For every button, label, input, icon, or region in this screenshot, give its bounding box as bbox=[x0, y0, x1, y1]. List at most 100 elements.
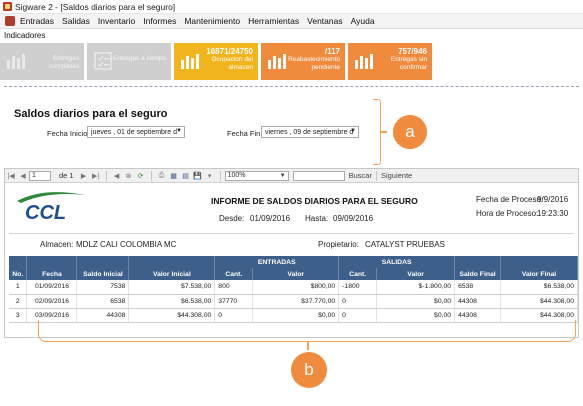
back-icon[interactable]: ◀ bbox=[112, 171, 122, 181]
propietario-value: CATALYST PRUEBAS bbox=[365, 240, 445, 249]
report-table: ENTRADAS SALIDAS No. Fecha Saldo Inicial… bbox=[9, 256, 578, 323]
card-label-line1: Ocupacion del bbox=[211, 56, 253, 63]
column-header: Saldo Final bbox=[454, 268, 502, 280]
cell-valor-final: $6.538,00 bbox=[500, 280, 578, 295]
propietario-label: Propietario: bbox=[318, 240, 359, 249]
menu-entradas[interactable]: Entradas bbox=[20, 16, 60, 26]
menu-herramientas[interactable]: Herramientas bbox=[248, 16, 305, 26]
cell-saldo-final: 6538 bbox=[454, 280, 502, 295]
menu-ventanas[interactable]: Ventanas bbox=[307, 16, 348, 26]
hora-proceso-label: Hora de Proceso: bbox=[476, 209, 539, 218]
app-menu-icon[interactable] bbox=[5, 16, 15, 26]
chevron-down-icon[interactable]: ▼ bbox=[176, 128, 182, 134]
column-header: Valor Final bbox=[500, 268, 578, 280]
next-page-icon[interactable]: ▶ bbox=[79, 171, 89, 181]
next-match-button[interactable]: Siguiente bbox=[381, 171, 412, 180]
card-label-line2: confirmar bbox=[399, 64, 427, 71]
hasta-label: Hasta: bbox=[305, 214, 329, 223]
window-titlebar: Sigware 2 - [Saldos diarios para el segu… bbox=[0, 0, 583, 14]
table-group-header-row: ENTRADAS SALIDAS bbox=[9, 256, 578, 268]
callout-bracket-b-tick bbox=[307, 342, 309, 350]
callout-bracket-a-tick bbox=[381, 131, 387, 133]
report-title: INFORME DE SALDOS DIARIOS PARA EL SEGURO bbox=[211, 196, 418, 206]
checklist-icon bbox=[94, 52, 112, 70]
cell-salidas-cant: 0 bbox=[338, 294, 378, 309]
logo-text: CCL bbox=[25, 202, 66, 223]
fecha-inicio-picker[interactable]: jueves , 01 de septiembre d ▼ bbox=[87, 126, 185, 138]
menu-salidas[interactable]: Salidas bbox=[62, 16, 96, 26]
card-reabastecimiento[interactable]: /117 Reabastecimiento pendiente bbox=[261, 43, 345, 80]
card-label-line1: Entregas bbox=[52, 55, 79, 62]
cell-entradas-valor: $800,00 bbox=[252, 280, 340, 295]
export-icon[interactable]: 💾 bbox=[193, 171, 203, 181]
callout-b: b bbox=[291, 352, 327, 388]
bar-chart-icon bbox=[355, 54, 373, 69]
divider bbox=[9, 233, 574, 234]
report-toolbar: |◀ ◀ 1 de 1 ▶ ▶| ◀ ⊗ ⟳ ⎙ ▦ ▤ 💾 ▾ 100% ▼ B… bbox=[5, 169, 578, 183]
search-button[interactable]: Buscar bbox=[349, 171, 372, 180]
page-setup-icon[interactable]: ▤ bbox=[181, 171, 191, 181]
report-viewer: |◀ ◀ 1 de 1 ▶ ▶| ◀ ⊗ ⟳ ⎙ ▦ ▤ 💾 ▾ 100% ▼ B… bbox=[4, 168, 579, 338]
card-entregas-a-tiempo[interactable]: Entregas a tiempo bbox=[87, 43, 171, 80]
card-label-line2: completas bbox=[49, 63, 79, 70]
bar-chart-icon bbox=[181, 54, 199, 69]
zoom-value: 100% bbox=[227, 172, 246, 179]
menu-informes[interactable]: Informes bbox=[143, 16, 182, 26]
cell-no: 2 bbox=[9, 294, 28, 309]
previous-page-icon[interactable]: ◀ bbox=[18, 171, 28, 181]
column-header: Cant. bbox=[214, 268, 254, 280]
cell-valor-inicial: $7.538,00 bbox=[128, 280, 216, 295]
desde-label: Desde: bbox=[219, 214, 245, 223]
divider bbox=[4, 86, 579, 87]
column-header: Fecha bbox=[26, 268, 78, 280]
cell-fecha: 01/09/2016 bbox=[26, 280, 78, 295]
callout-bracket-b bbox=[38, 320, 576, 342]
cell-salidas-valor: $0,00 bbox=[376, 294, 456, 309]
hora-proceso-value: 19:23:30 bbox=[537, 209, 569, 218]
card-ocupacion-almacen[interactable]: 16871/24750 Ocupacion del almacen bbox=[174, 43, 258, 80]
zoom-select[interactable]: 100% ▼ bbox=[224, 170, 289, 181]
fecha-inicio-label: Fecha Inicio bbox=[47, 129, 88, 138]
chevron-down-icon[interactable]: ▼ bbox=[350, 128, 356, 134]
fecha-inicio-value: jueves , 01 de septiembre d bbox=[91, 128, 177, 136]
fecha-fin-picker[interactable]: viernes , 09 de septiembre d ▼ bbox=[261, 126, 359, 138]
card-entregas-sin-confirmar[interactable]: 757/946 Entregas sin confirmar bbox=[348, 43, 432, 80]
first-page-icon[interactable]: |◀ bbox=[6, 171, 16, 181]
search-input[interactable] bbox=[292, 170, 345, 181]
card-label-line1: Entregas a tiempo bbox=[113, 55, 166, 62]
menu-ayuda[interactable]: Ayuda bbox=[351, 16, 381, 26]
fecha-fin-value: viernes , 09 de septiembre d bbox=[265, 128, 354, 136]
cell-saldo-inicial: 7538 bbox=[76, 280, 130, 295]
cell-entradas-cant: 37770 bbox=[214, 294, 254, 309]
card-label-line1: Entregas sin bbox=[390, 56, 427, 63]
callout-a: a bbox=[393, 115, 427, 149]
cell-saldo-inicial: 6538 bbox=[76, 294, 130, 309]
column-header: Valor bbox=[252, 268, 340, 280]
chevron-down-icon[interactable]: ▾ bbox=[205, 171, 215, 181]
last-page-icon[interactable]: ▶| bbox=[91, 171, 101, 181]
card-label-line1: Reabastecimiento bbox=[287, 56, 340, 63]
page-title: Saldos diarios para el seguro bbox=[14, 108, 168, 120]
page-number-input[interactable]: 1 bbox=[29, 170, 51, 181]
menu-mantenimiento[interactable]: Mantenimiento bbox=[184, 16, 246, 26]
print-layout-icon[interactable]: ▦ bbox=[169, 171, 179, 181]
menu-bar: Entradas Salidas Inventario Informes Man… bbox=[0, 14, 583, 29]
indicator-cards: Entregas completas Entregas a tiempo 168… bbox=[0, 43, 435, 81]
entradas-header: ENTRADAS bbox=[214, 256, 340, 268]
card-entregas-completas[interactable]: Entregas completas bbox=[0, 43, 84, 80]
fecha-fin-label: Fecha Fin bbox=[227, 129, 261, 138]
card-label-line2: pendiente bbox=[311, 64, 340, 71]
stop-icon[interactable]: ⊗ bbox=[124, 171, 134, 181]
column-header: Valor bbox=[376, 268, 456, 280]
card-label-line2: almacen bbox=[228, 64, 253, 71]
menu-inventario[interactable]: Inventario bbox=[98, 16, 141, 26]
print-icon[interactable]: ⎙ bbox=[157, 171, 167, 181]
cell-no: 1 bbox=[9, 280, 28, 295]
cell-entradas-cant: 800 bbox=[214, 280, 254, 295]
refresh-icon[interactable]: ⟳ bbox=[136, 171, 146, 181]
chevron-down-icon[interactable]: ▼ bbox=[280, 173, 286, 179]
hasta-value: 09/09/2016 bbox=[333, 214, 374, 223]
salidas-header: SALIDAS bbox=[338, 256, 456, 268]
column-header: Saldo Inicial bbox=[76, 268, 130, 280]
cell-entradas-valor: $37.770,00 bbox=[252, 294, 340, 309]
